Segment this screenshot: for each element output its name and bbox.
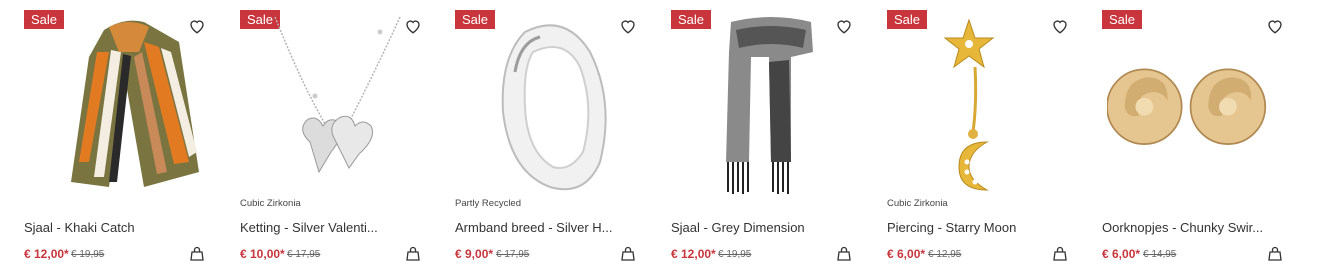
product-name[interactable]: Sjaal - Grey Dimension: [671, 220, 841, 235]
product-card[interactable]: Sale Oorknopjes - Chunky Swir... € 6,00*…: [1102, 0, 1302, 270]
original-price: € 14,95: [1143, 249, 1177, 260]
product-tag: Partly Recycled: [455, 198, 521, 209]
product-image-heart-necklace[interactable]: [255, 12, 415, 197]
sale-price: € 10,00*: [240, 247, 285, 261]
product-image-star-moon-piercing[interactable]: [907, 12, 1067, 197]
original-price: € 12,95: [928, 249, 962, 260]
product-tag: Cubic Zirkonia: [240, 198, 301, 209]
product-name[interactable]: Armband breed - Silver H...: [455, 220, 625, 235]
product-card[interactable]: Sale Partly Recycled Armband breed - Sil…: [455, 0, 655, 270]
product-image-silver-bangle[interactable]: [475, 12, 635, 197]
shopping-bag-icon[interactable]: [837, 246, 851, 261]
sale-price: € 12,00*: [24, 247, 69, 261]
product-image-striped-scarf[interactable]: [49, 12, 209, 197]
product-name[interactable]: Sjaal - Khaki Catch: [24, 220, 194, 235]
product-name[interactable]: Piercing - Starry Moon: [887, 220, 1057, 235]
sale-price: € 6,00*: [1102, 247, 1141, 261]
product-carousel: Sale Sjaal - Khaki Catch € 12,00* € 19,9…: [0, 0, 1317, 270]
sale-price: € 9,00*: [455, 247, 494, 261]
sale-price: € 6,00*: [887, 247, 926, 261]
product-image-grey-scarf[interactable]: [691, 12, 851, 197]
shopping-bag-icon[interactable]: [1053, 246, 1067, 261]
shopping-bag-icon[interactable]: [406, 246, 420, 261]
product-card[interactable]: Sale Cubic Zirkonia Ketting - Silver Val…: [240, 0, 440, 270]
sale-price: € 12,00*: [671, 247, 716, 261]
original-price: € 19,95: [71, 249, 105, 260]
original-price: € 17,95: [287, 249, 321, 260]
product-card[interactable]: Sale Sjaal - Grey Dimension € 12,00* € 1…: [671, 0, 871, 270]
shopping-bag-icon[interactable]: [1268, 246, 1282, 261]
product-name[interactable]: Oorknopjes - Chunky Swir...: [1102, 220, 1272, 235]
product-name[interactable]: Ketting - Silver Valenti...: [240, 220, 410, 235]
product-tag: Cubic Zirkonia: [887, 198, 948, 209]
shopping-bag-icon[interactable]: [190, 246, 204, 261]
heart-icon[interactable]: [1266, 17, 1284, 35]
shopping-bag-icon[interactable]: [621, 246, 635, 261]
original-price: € 19,95: [718, 249, 752, 260]
product-card[interactable]: Sale Cubic Zirkonia Piercing - Starry Mo…: [887, 0, 1087, 270]
original-price: € 17,95: [496, 249, 530, 260]
product-image-gold-knot-earrings[interactable]: [1107, 12, 1267, 197]
product-card[interactable]: Sale Sjaal - Khaki Catch € 12,00* € 19,9…: [24, 0, 224, 270]
